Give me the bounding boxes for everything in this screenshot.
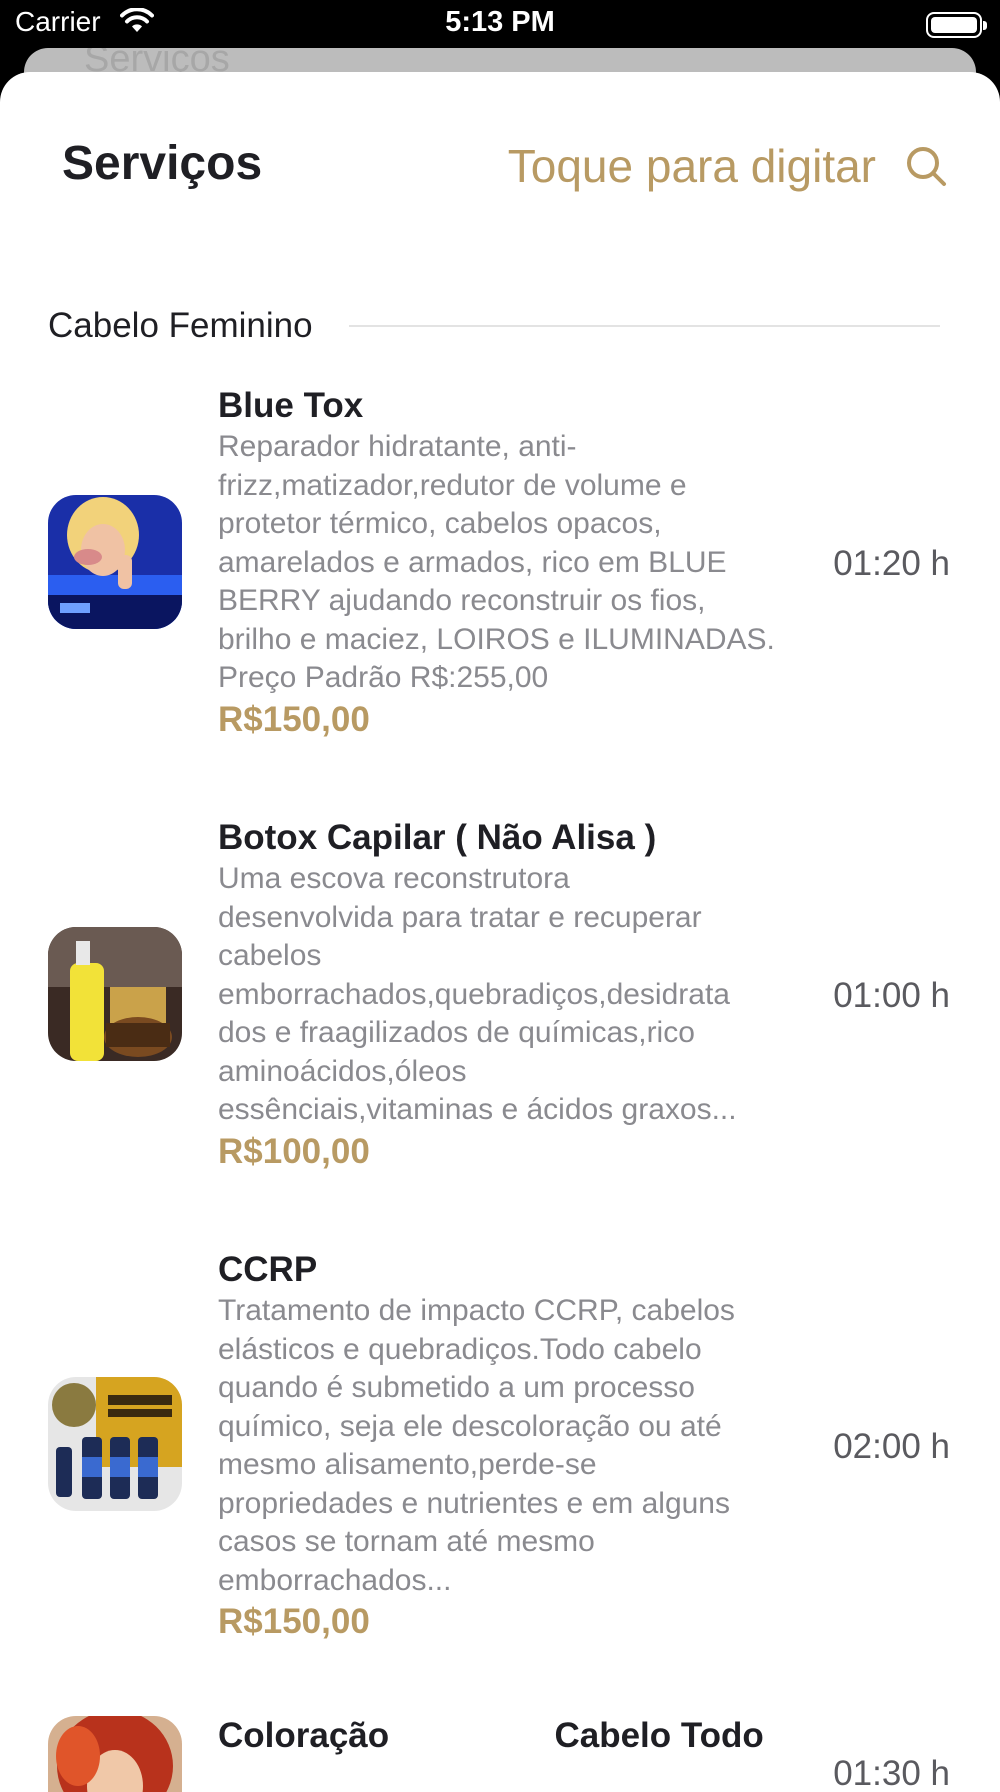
service-name: Botox Capilar ( Não Alisa )	[218, 818, 657, 857]
service-thumbnail	[48, 927, 182, 1061]
description-line: mesmo alisamento,perde-se	[218, 1448, 597, 1481]
service-thumbnail	[48, 1716, 182, 1792]
service-duration: 02:00 h	[833, 1427, 950, 1466]
description-line: amarelados e armados, rico em BLUE	[218, 545, 727, 579]
service-duration: 01:20 h	[833, 544, 950, 583]
description-line: casos se tornam até mesmo	[218, 1525, 595, 1558]
service-item[interactable]: Blue Tox Reparador hidratante, anti- fri…	[0, 382, 1000, 742]
service-details: Coloração Cabelo Todo	[218, 1716, 818, 1756]
status-bar: Carrier 5:13 PM	[0, 0, 1000, 50]
battery-icon	[926, 12, 987, 38]
service-name: Coloração Cabelo Todo	[218, 1716, 764, 1755]
service-price: R$150,00	[218, 699, 370, 739]
search-bar[interactable]: Toque para digitar	[508, 136, 948, 196]
description-line: protetor térmico, cabelos opacos,	[218, 507, 662, 540]
description-line: químico, seja ele descoloração ou até	[218, 1409, 722, 1443]
service-price: R$150,00	[218, 1602, 370, 1641]
service-details: Botox Capilar ( Não Alisa ) Uma escova r…	[218, 818, 808, 1174]
service-item[interactable]: CCRP Tratamento de impacto CCRP, cabelos…	[0, 1246, 1000, 1646]
service-name: CCRP	[218, 1250, 318, 1289]
description-line: elásticos e quebradiços.Todo cabelo	[218, 1332, 702, 1366]
description-line: frizz,matizador,redutor de volume e	[218, 468, 687, 502]
services-sheet: Serviços Toque para digitar Cabelo Femin…	[0, 72, 1000, 1792]
description-line: essênciais,vitaminas e ácidos graxos...	[218, 1093, 737, 1126]
description-line: Reparador hidratante, anti-	[218, 430, 577, 463]
description-line: Tratamento de impacto CCRP, cabelos	[218, 1294, 735, 1327]
description-line: emborrachados,quebradiços,desidrata	[218, 977, 730, 1011]
page-title: Serviços	[62, 137, 263, 190]
service-description: Tratamento de impacto CCRP, cabelos elás…	[218, 1292, 808, 1600]
service-duration: 01:00 h	[833, 976, 950, 1015]
service-details: CCRP Tratamento de impacto CCRP, cabelos…	[218, 1250, 808, 1644]
service-price: R$100,00	[218, 1131, 370, 1171]
section-header: Cabelo Feminino	[48, 304, 940, 348]
service-item[interactable]: Coloração Cabelo Todo 01:30 h	[0, 1716, 1000, 1792]
service-item[interactable]: Botox Capilar ( Não Alisa ) Uma escova r…	[0, 814, 1000, 1174]
service-description: Reparador hidratante, anti- frizz,matiza…	[218, 428, 808, 698]
description-line: Uma escova reconstrutora	[218, 862, 570, 895]
description-line: emborrachados...	[218, 1563, 452, 1597]
service-thumbnail	[48, 1377, 182, 1511]
description-line: BERRY ajudando reconstruir os fios,	[218, 584, 706, 617]
search-input[interactable]: Toque para digitar	[508, 139, 876, 193]
description-line: cabelos	[218, 939, 322, 972]
description-line: aminoácidos,óleos	[218, 1054, 467, 1088]
service-duration: 01:30 h	[833, 1754, 950, 1792]
description-line: quando é submetido a um processo	[218, 1371, 695, 1404]
clock: 5:13 PM	[445, 6, 555, 38]
description-line: dos e fraagilizados de químicas,rico	[218, 1016, 695, 1049]
description-line: propriedades e nutrientes e em alguns	[218, 1486, 730, 1520]
section-label: Cabelo Feminino	[48, 306, 313, 345]
search-icon[interactable]	[904, 144, 948, 188]
service-name: Blue Tox	[218, 386, 364, 425]
description-line: brilho e maciez, LOIROS e ILUMINADAS.	[218, 622, 775, 656]
description-line: desenvolvida para tratar e recuperar	[218, 900, 702, 934]
description-line: Preço Padrão R$:255,00	[218, 661, 549, 694]
service-thumbnail	[48, 495, 182, 629]
service-details: Blue Tox Reparador hidratante, anti- fri…	[218, 386, 808, 742]
section-divider	[348, 325, 940, 327]
service-description: Uma escova reconstrutora desenvolvida pa…	[218, 860, 808, 1130]
